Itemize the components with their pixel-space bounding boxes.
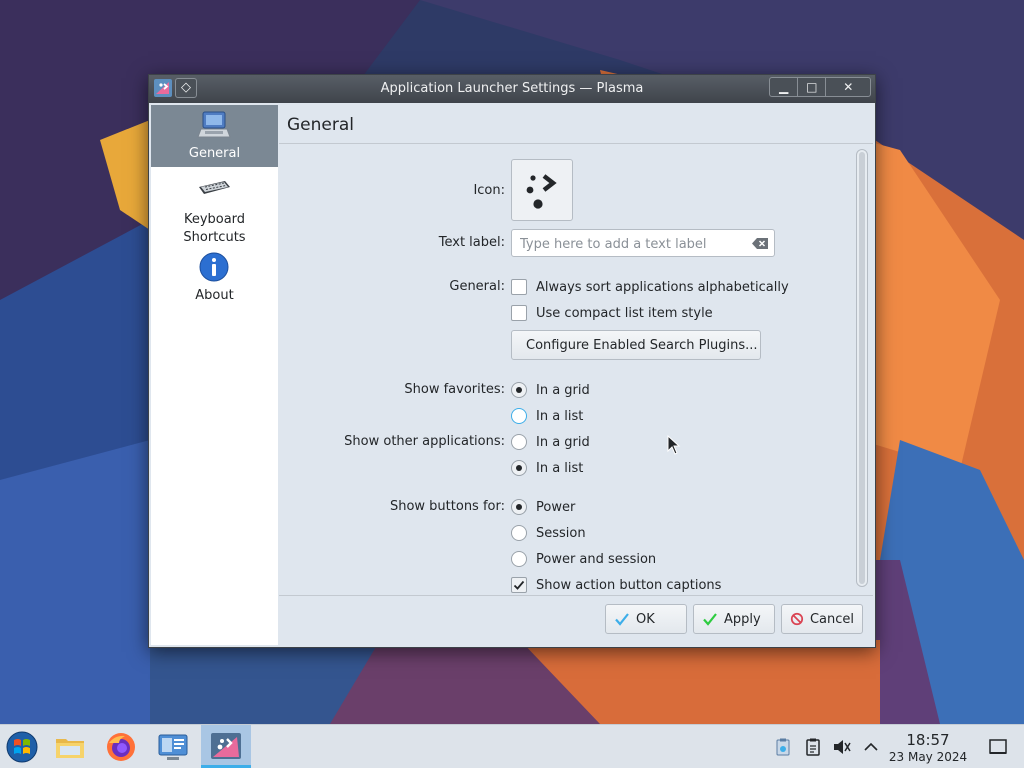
compact-list-label: Use compact list item style	[536, 305, 713, 321]
favorites-grid-radio-row[interactable]: In a grid	[511, 380, 590, 400]
plasma-launcher-icon	[211, 733, 241, 759]
close-button[interactable]: ✕	[825, 78, 870, 96]
buttons-session-radio[interactable]	[511, 525, 527, 541]
sidebar-item-general[interactable]: General	[151, 105, 278, 167]
settings-main: General Icon: Text label: General: Alw	[279, 105, 873, 645]
sidebar-item-keyboard-shortcuts[interactable]: Keyboard Shortcuts	[151, 169, 278, 249]
sidebar-item-about[interactable]: About	[151, 251, 278, 313]
other-apps-list-label: In a list	[536, 460, 584, 476]
window-titlebar[interactable]: ◇ Application Launcher Settings — Plasma…	[149, 75, 875, 103]
sidebar-item-label-line1: Keyboard	[183, 212, 246, 227]
show-other-apps-label: Show other applications:	[344, 434, 505, 449]
show-captions-checkbox[interactable]	[511, 577, 527, 593]
buttons-session-label: Session	[536, 525, 586, 541]
scrollbar-thumb[interactable]	[859, 152, 865, 584]
other-apps-grid-radio-row[interactable]: In a grid	[511, 432, 590, 452]
keyboard-icon	[199, 181, 230, 194]
notes-tray-icon[interactable]	[803, 737, 823, 757]
text-label-input[interactable]	[520, 235, 740, 253]
clock-date[interactable]: 23 May 2024	[880, 750, 976, 764]
favorites-grid-radio[interactable]	[511, 382, 527, 398]
other-apps-list-radio-row[interactable]: In a list	[511, 458, 583, 478]
minimize-button[interactable]: ▁	[770, 78, 797, 96]
show-favorites-label: Show favorites:	[404, 382, 505, 397]
show-captions-label: Show action button captions	[536, 577, 722, 593]
text-label-label: Text label:	[438, 235, 505, 250]
icon-label: Icon:	[473, 183, 505, 198]
buttons-session-radio-row[interactable]: Session	[511, 523, 586, 543]
always-sort-checkbox[interactable]	[511, 279, 527, 295]
info-icon	[199, 252, 229, 282]
configure-search-plugins-button[interactable]: Configure Enabled Search Plugins...	[511, 330, 761, 360]
buttons-power-session-radio-row[interactable]: Power and session	[511, 549, 656, 569]
clear-text-icon[interactable]	[752, 238, 768, 249]
sidebar-item-label-line2: Shortcuts	[183, 230, 246, 245]
mouse-cursor-icon	[667, 435, 681, 455]
ok-label: OK	[636, 611, 655, 627]
text-label-field	[511, 229, 775, 257]
cancel-button[interactable]: Cancel	[781, 604, 863, 634]
checkmark-icon	[513, 580, 525, 590]
page-title: General	[287, 115, 354, 135]
active-task-launcher-settings[interactable]	[201, 725, 251, 768]
apply-label: Apply	[724, 611, 761, 627]
favorites-list-radio-row[interactable]: In a list	[511, 406, 583, 426]
settings-window: ◇ Application Launcher Settings — Plasma…	[148, 74, 876, 648]
favorites-list-label: In a list	[536, 408, 584, 424]
cancel-label: Cancel	[809, 611, 854, 627]
ok-check-icon	[615, 613, 629, 626]
clipboard-tray-icon[interactable]	[773, 737, 793, 757]
buttons-power-session-label: Power and session	[536, 551, 657, 567]
other-apps-grid-radio[interactable]	[511, 434, 527, 450]
compact-list-checkbox-row[interactable]: Use compact list item style	[511, 303, 713, 323]
other-apps-grid-label: In a grid	[536, 434, 590, 450]
buttons-power-radio[interactable]	[511, 499, 527, 515]
favorites-list-radio[interactable]	[511, 408, 527, 424]
apply-check-icon	[703, 613, 717, 626]
apply-button[interactable]: Apply	[693, 604, 775, 634]
configure-search-plugins-label: Configure Enabled Search Plugins...	[526, 337, 758, 353]
start-menu-icon[interactable]	[6, 731, 38, 763]
ok-button[interactable]: OK	[605, 604, 687, 634]
always-sort-label: Always sort applications alphabetically	[536, 279, 789, 295]
always-sort-checkbox-row[interactable]: Always sort applications alphabetically	[511, 277, 789, 297]
volume-muted-icon[interactable]	[832, 737, 852, 757]
clock-time[interactable]: 18:57	[880, 731, 976, 749]
firefox-icon[interactable]	[105, 731, 137, 763]
show-desktop-icon[interactable]	[988, 737, 1008, 757]
window-title: Application Launcher Settings — Plasma	[380, 81, 644, 96]
favorites-grid-label: In a grid	[536, 382, 590, 398]
maximize-button[interactable]: □	[797, 78, 825, 96]
chevron-up-icon[interactable]	[861, 737, 881, 757]
sidebar-item-label: About	[195, 288, 234, 303]
show-captions-checkbox-row[interactable]: Show action button captions	[511, 575, 721, 595]
show-buttons-label: Show buttons for:	[389, 499, 505, 514]
general-group-label: General:	[449, 279, 505, 294]
general-settings-icon	[197, 111, 231, 138]
system-settings-icon[interactable]	[157, 731, 189, 763]
cancel-icon	[790, 612, 804, 626]
compact-list-checkbox[interactable]	[511, 305, 527, 321]
file-manager-icon[interactable]	[54, 731, 86, 763]
window-controls: ▁ □ ✕	[769, 77, 871, 97]
buttons-power-label: Power	[536, 499, 576, 515]
buttons-power-radio-row[interactable]: Power	[511, 497, 575, 517]
taskbar: 18:57 23 May 2024	[0, 724, 1024, 768]
sidebar-item-label: General	[188, 146, 241, 161]
header-divider	[279, 143, 873, 144]
launcher-logo-icon	[526, 174, 557, 209]
settings-sidebar: General Keyboard Shortcuts About	[151, 105, 278, 645]
footer-divider	[279, 595, 873, 596]
vertical-scrollbar[interactable]	[856, 149, 868, 587]
other-apps-list-radio[interactable]	[511, 460, 527, 476]
launcher-icon-button[interactable]	[511, 159, 573, 221]
buttons-power-session-radio[interactable]	[511, 551, 527, 567]
